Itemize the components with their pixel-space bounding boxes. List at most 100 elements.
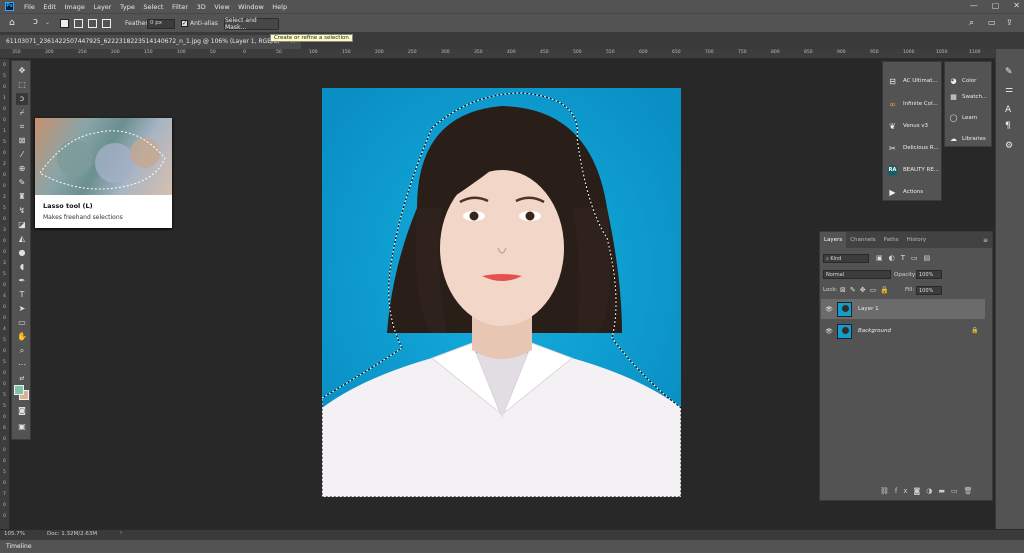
dodge-tool-icon[interactable]: ◖ bbox=[16, 261, 28, 273]
preset-chevron-down-icon[interactable]: ⌄ bbox=[45, 19, 50, 26]
workspace-icon[interactable]: ▭ bbox=[988, 18, 996, 27]
panel-libraries[interactable]: ☁ Libraries bbox=[945, 128, 991, 149]
document-canvas[interactable] bbox=[322, 88, 681, 497]
brush-settings-icon[interactable]: ✎ bbox=[1005, 67, 1013, 77]
close-window-button[interactable]: ✕ bbox=[1013, 1, 1020, 10]
quick-selection-tool-icon[interactable]: ⌿ bbox=[16, 107, 28, 119]
blur-tool-icon[interactable]: ● bbox=[16, 247, 28, 259]
history-brush-tool-icon[interactable]: ↯ bbox=[16, 205, 28, 217]
minimize-button[interactable]: — bbox=[970, 1, 978, 10]
tool-presets-icon[interactable]: ⚙ bbox=[1005, 141, 1013, 151]
pen-tool-icon[interactable]: ✒ bbox=[16, 275, 28, 287]
share-icon[interactable]: ⇪ bbox=[1006, 18, 1013, 27]
marquee-tool-icon[interactable]: ⬚ bbox=[16, 79, 28, 91]
learn-icon: ◯ bbox=[949, 113, 958, 122]
plugin-delicious-retouch[interactable]: ✂ Delicious R... bbox=[883, 137, 941, 159]
lasso-tool-icon[interactable]: ↄ bbox=[16, 93, 28, 105]
layer-row-layer-1[interactable]: 👁 Layer 1 bbox=[821, 299, 985, 319]
document-tab[interactable]: 61103071_2361422507447925_62223182235141… bbox=[0, 35, 302, 49]
select-and-mask-button[interactable]: Select and Mask... bbox=[224, 17, 279, 31]
quick-mask-icon[interactable]: ◙ bbox=[16, 405, 28, 417]
filter-kind-select[interactable]: ⌕ Kind bbox=[823, 254, 869, 263]
gradient-tool-icon[interactable]: ◭ bbox=[16, 233, 28, 245]
menu-select[interactable]: Select bbox=[143, 3, 163, 11]
maximize-button[interactable]: ▢ bbox=[992, 1, 1000, 10]
ruler-tick-label: 5 bbox=[3, 140, 6, 145]
foreground-color-swatch[interactable] bbox=[14, 385, 24, 395]
menu-image[interactable]: Image bbox=[64, 3, 84, 11]
ruler-tick-label: 250 bbox=[408, 50, 417, 55]
plugin-beauty-retouch[interactable]: RA BEAUTY RE... bbox=[883, 159, 941, 181]
tab-history[interactable]: History bbox=[903, 232, 931, 248]
menu-edit[interactable]: Edit bbox=[43, 3, 56, 11]
opacity-input[interactable]: 100% bbox=[916, 270, 942, 279]
timeline-label: Timeline bbox=[6, 543, 32, 550]
subtract-from-selection-icon[interactable] bbox=[88, 19, 97, 28]
type-tool-icon[interactable]: T bbox=[16, 289, 28, 301]
ruler-tick-label: 0 bbox=[3, 63, 6, 68]
menu-3d[interactable]: 3D bbox=[197, 3, 206, 11]
layer-row-background[interactable]: 👁 Background 🔒 bbox=[821, 321, 985, 341]
home-icon[interactable]: ⌂ bbox=[9, 18, 15, 28]
lasso-preset-icon[interactable]: ↄ bbox=[33, 17, 38, 27]
new-selection-icon[interactable] bbox=[60, 19, 69, 28]
panel-learn[interactable]: ◯ Learn bbox=[945, 107, 991, 128]
plugin-venus[interactable]: ❦ Venus v3 bbox=[883, 115, 941, 137]
path-selection-tool-icon[interactable]: ➤ bbox=[16, 303, 28, 315]
fill-label: Fill: bbox=[905, 287, 915, 293]
photoshop-logo-icon[interactable]: Ps bbox=[5, 2, 14, 11]
swap-colors-icon[interactable]: ⇄ bbox=[16, 373, 28, 385]
search-icon[interactable]: ⌕ bbox=[969, 18, 974, 28]
menu-layer[interactable]: Layer bbox=[93, 3, 111, 11]
zoom-level[interactable]: 105.7% bbox=[4, 531, 25, 537]
screen-mode-icon[interactable]: ▣ bbox=[16, 421, 28, 433]
eraser-tool-icon[interactable]: ◪ bbox=[16, 219, 28, 231]
adjustments-icon[interactable]: ⚌ bbox=[1005, 85, 1013, 95]
healing-brush-tool-icon[interactable]: ⊕ bbox=[16, 163, 28, 175]
eyedropper-tool-icon[interactable]: ⁄ bbox=[16, 149, 28, 161]
lock-icons[interactable]: ⊠✎✥▭🔒 bbox=[840, 286, 893, 294]
hand-tool-icon[interactable]: ✋ bbox=[16, 331, 28, 343]
brush-tool-icon[interactable]: ✎ bbox=[16, 177, 28, 189]
frame-tool-icon[interactable]: ⊠ bbox=[16, 135, 28, 147]
move-tool-icon[interactable]: ✥ bbox=[16, 65, 28, 77]
rectangle-tool-icon[interactable]: ▭ bbox=[16, 317, 28, 329]
status-arrow-icon[interactable]: › bbox=[120, 530, 122, 536]
menu-file[interactable]: File bbox=[24, 3, 35, 11]
visibility-eye-icon[interactable]: 👁 bbox=[821, 328, 837, 335]
intersect-selection-icon[interactable] bbox=[102, 19, 111, 28]
ruler-tick-label: 0 bbox=[3, 481, 6, 486]
plugin-actions[interactable]: ▶ Actions bbox=[883, 181, 941, 203]
layers-footer-icons[interactable]: ⛓fx◙◑▬▭🗑 bbox=[880, 487, 979, 495]
menu-help[interactable]: Help bbox=[272, 3, 287, 11]
panel-menu-icon[interactable]: ≡ bbox=[983, 237, 988, 244]
layer-thumbnail bbox=[837, 323, 852, 339]
menu-window[interactable]: Window bbox=[238, 3, 264, 11]
tab-paths[interactable]: Paths bbox=[880, 232, 903, 248]
add-to-selection-icon[interactable] bbox=[74, 19, 83, 28]
layer-filter-icons[interactable]: ▣◐T▭▤ bbox=[876, 254, 936, 262]
crop-tool-icon[interactable]: ⌗ bbox=[16, 121, 28, 133]
panel-swatches[interactable]: ▦ Swatch... bbox=[945, 86, 991, 107]
ruler-tick-label: 6 bbox=[3, 426, 6, 431]
menu-type[interactable]: Type bbox=[120, 3, 135, 11]
menu-filter[interactable]: Filter bbox=[172, 3, 188, 11]
paragraph-icon[interactable]: ¶ bbox=[1005, 121, 1011, 131]
plugin-infinite-color[interactable]: ∞ Infinite Col... bbox=[883, 93, 941, 115]
antialias-checkbox[interactable]: ✓ bbox=[181, 20, 188, 27]
feather-input[interactable]: 0 px bbox=[147, 19, 175, 29]
visibility-eye-icon[interactable]: 👁 bbox=[821, 306, 837, 313]
fill-input[interactable]: 100% bbox=[916, 286, 942, 295]
tab-channels[interactable]: Channels bbox=[846, 232, 879, 248]
document-title: 61103071_2361422507447925_62223182235141… bbox=[6, 38, 285, 45]
character-icon[interactable]: A bbox=[1005, 105, 1011, 115]
right-icon-strip: ✎ ⚌ A ¶ ⚙ bbox=[995, 49, 1024, 529]
zoom-tool-icon[interactable]: ⌕ bbox=[16, 345, 28, 357]
timeline-panel[interactable]: Timeline bbox=[0, 539, 1024, 553]
menu-view[interactable]: View bbox=[214, 3, 229, 11]
clone-stamp-tool-icon[interactable]: ♜ bbox=[16, 191, 28, 203]
more-tools-icon[interactable]: ⋯ bbox=[16, 359, 28, 371]
blend-mode-select[interactable]: Normal bbox=[823, 270, 891, 279]
plugin-ac-ultimate[interactable]: ⊟ AC Ultimat... bbox=[883, 70, 941, 92]
tab-layers[interactable]: Layers bbox=[820, 232, 847, 248]
